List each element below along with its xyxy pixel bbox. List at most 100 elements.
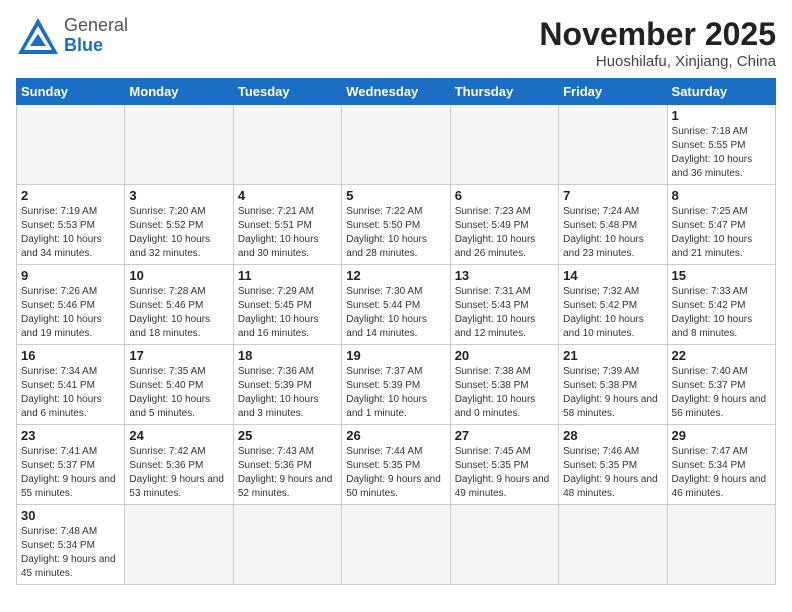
calendar-cell: 30 Sunrise: 7:48 AM Sunset: 5:34 PM Dayli… (17, 505, 125, 585)
logo: General Blue (16, 16, 128, 56)
calendar-cell: 27 Sunrise: 7:45 AM Sunset: 5:35 PM Dayli… (450, 425, 558, 505)
title-block: November 2025 Huoshilafu, Xinjiang, Chin… (539, 16, 776, 70)
day-info: Sunrise: 7:38 AM Sunset: 5:38 PM Dayligh… (455, 365, 554, 421)
day-info: Sunrise: 7:30 AM Sunset: 5:44 PM Dayligh… (346, 285, 445, 341)
day-info: Sunrise: 7:46 AM Sunset: 5:35 PM Dayligh… (563, 445, 662, 501)
calendar-cell (233, 505, 341, 585)
calendar-cell (17, 105, 125, 185)
calendar-cell: 19 Sunrise: 7:37 AM Sunset: 5:39 PM Dayli… (342, 345, 450, 425)
calendar-cell: 9Sunrise: 7:26 AM Sunset: 5:46 PM Daylig… (17, 265, 125, 345)
calendar-cell: 15Sunrise: 7:33 AM Sunset: 5:42 PM Dayli… (667, 265, 775, 345)
week-row-5: 30 Sunrise: 7:48 AM Sunset: 5:34 PM Dayli… (17, 505, 776, 585)
day-info: Sunrise: 7:43 AM Sunset: 5:36 PM Dayligh… (238, 445, 337, 501)
day-info: Sunrise: 7:36 AM Sunset: 5:39 PM Dayligh… (238, 365, 337, 421)
day-info: Sunrise: 7:22 AM Sunset: 5:50 PM Dayligh… (346, 205, 445, 261)
calendar-cell: 11Sunrise: 7:29 AM Sunset: 5:45 PM Dayli… (233, 265, 341, 345)
day-number: 27 (455, 428, 554, 443)
day-info: Sunrise: 7:47 AM Sunset: 5:34 PM Dayligh… (672, 445, 771, 501)
day-number: 15 (672, 268, 771, 283)
calendar-cell: 6 Sunrise: 7:23 AM Sunset: 5:49 PM Daylig… (450, 185, 558, 265)
day-number: 19 (346, 348, 445, 363)
day-number: 26 (346, 428, 445, 443)
weekday-header-thursday: Thursday (450, 79, 558, 105)
day-number: 23 (21, 428, 120, 443)
calendar-cell: 22Sunrise: 7:40 AM Sunset: 5:37 PM Dayli… (667, 345, 775, 425)
day-info: Sunrise: 7:42 AM Sunset: 5:36 PM Dayligh… (129, 445, 228, 501)
location: Huoshilafu, Xinjiang, China (539, 53, 776, 70)
day-number: 29 (672, 428, 771, 443)
day-info: Sunrise: 7:34 AM Sunset: 5:41 PM Dayligh… (21, 365, 120, 421)
calendar-cell: 23 Sunrise: 7:41 AM Sunset: 5:37 PM Dayli… (17, 425, 125, 505)
calendar-cell: 4 Sunrise: 7:21 AM Sunset: 5:51 PM Daylig… (233, 185, 341, 265)
day-info: Sunrise: 7:35 AM Sunset: 5:40 PM Dayligh… (129, 365, 228, 421)
day-info: Sunrise: 7:19 AM Sunset: 5:53 PM Dayligh… (21, 205, 120, 261)
day-number: 13 (455, 268, 554, 283)
day-number: 12 (346, 268, 445, 283)
calendar-cell: 3Sunrise: 7:20 AM Sunset: 5:52 PM Daylig… (125, 185, 233, 265)
weekday-header-sunday: Sunday (17, 79, 125, 105)
calendar-cell (450, 505, 558, 585)
day-number: 24 (129, 428, 228, 443)
day-number: 1 (672, 108, 771, 123)
logo-general: General (64, 15, 128, 35)
calendar-cell: 28Sunrise: 7:46 AM Sunset: 5:35 PM Dayli… (559, 425, 667, 505)
calendar-cell: 18 Sunrise: 7:36 AM Sunset: 5:39 PM Dayli… (233, 345, 341, 425)
day-number: 7 (563, 188, 662, 203)
day-info: Sunrise: 7:39 AM Sunset: 5:38 PM Dayligh… (563, 365, 662, 421)
day-number: 10 (129, 268, 228, 283)
day-number: 14 (563, 268, 662, 283)
header: General Blue November 2025 Huoshilafu, X… (16, 16, 776, 70)
day-number: 30 (21, 508, 120, 523)
day-info: Sunrise: 7:24 AM Sunset: 5:48 PM Dayligh… (563, 205, 662, 261)
week-row-2: 9Sunrise: 7:26 AM Sunset: 5:46 PM Daylig… (17, 265, 776, 345)
logo-text: General Blue (64, 16, 128, 56)
day-number: 25 (238, 428, 337, 443)
calendar-cell: 26 Sunrise: 7:44 AM Sunset: 5:35 PM Dayli… (342, 425, 450, 505)
day-number: 4 (238, 188, 337, 203)
day-number: 9 (21, 268, 120, 283)
day-number: 21 (563, 348, 662, 363)
calendar-cell: 13 Sunrise: 7:31 AM Sunset: 5:43 PM Dayli… (450, 265, 558, 345)
day-info: Sunrise: 7:31 AM Sunset: 5:43 PM Dayligh… (455, 285, 554, 341)
day-info: Sunrise: 7:28 AM Sunset: 5:46 PM Dayligh… (129, 285, 228, 341)
weekday-header-saturday: Saturday (667, 79, 775, 105)
calendar-cell: 24 Sunrise: 7:42 AM Sunset: 5:36 PM Dayli… (125, 425, 233, 505)
day-info: Sunrise: 7:25 AM Sunset: 5:47 PM Dayligh… (672, 205, 771, 261)
day-number: 2 (21, 188, 120, 203)
day-number: 17 (129, 348, 228, 363)
calendar-cell (125, 505, 233, 585)
weekday-header-wednesday: Wednesday (342, 79, 450, 105)
day-info: Sunrise: 7:37 AM Sunset: 5:39 PM Dayligh… (346, 365, 445, 421)
day-info: Sunrise: 7:44 AM Sunset: 5:35 PM Dayligh… (346, 445, 445, 501)
calendar-cell: 29 Sunrise: 7:47 AM Sunset: 5:34 PM Dayli… (667, 425, 775, 505)
calendar-cell (342, 105, 450, 185)
calendar-cell: 7 Sunrise: 7:24 AM Sunset: 5:48 PM Daylig… (559, 185, 667, 265)
day-number: 6 (455, 188, 554, 203)
day-info: Sunrise: 7:45 AM Sunset: 5:35 PM Dayligh… (455, 445, 554, 501)
week-row-3: 16Sunrise: 7:34 AM Sunset: 5:41 PM Dayli… (17, 345, 776, 425)
day-info: Sunrise: 7:20 AM Sunset: 5:52 PM Dayligh… (129, 205, 228, 261)
day-number: 5 (346, 188, 445, 203)
weekday-header-tuesday: Tuesday (233, 79, 341, 105)
week-row-4: 23 Sunrise: 7:41 AM Sunset: 5:37 PM Dayli… (17, 425, 776, 505)
day-number: 11 (238, 268, 337, 283)
day-info: Sunrise: 7:21 AM Sunset: 5:51 PM Dayligh… (238, 205, 337, 261)
day-info: Sunrise: 7:40 AM Sunset: 5:37 PM Dayligh… (672, 365, 771, 421)
month-title: November 2025 (539, 16, 776, 53)
day-info: Sunrise: 7:23 AM Sunset: 5:49 PM Dayligh… (455, 205, 554, 261)
calendar-cell (667, 505, 775, 585)
day-number: 8 (672, 188, 771, 203)
day-number: 18 (238, 348, 337, 363)
calendar-cell (559, 505, 667, 585)
calendar: SundayMondayTuesdayWednesdayThursdayFrid… (16, 78, 776, 585)
day-info: Sunrise: 7:48 AM Sunset: 5:34 PM Dayligh… (21, 525, 120, 581)
calendar-cell: 20Sunrise: 7:38 AM Sunset: 5:38 PM Dayli… (450, 345, 558, 425)
calendar-cell (559, 105, 667, 185)
weekday-header-friday: Friday (559, 79, 667, 105)
calendar-cell (450, 105, 558, 185)
calendar-cell: 16Sunrise: 7:34 AM Sunset: 5:41 PM Dayli… (17, 345, 125, 425)
page: General Blue November 2025 Huoshilafu, X… (0, 0, 792, 593)
day-info: Sunrise: 7:41 AM Sunset: 5:37 PM Dayligh… (21, 445, 120, 501)
calendar-cell: 21 Sunrise: 7:39 AM Sunset: 5:38 PM Dayli… (559, 345, 667, 425)
week-row-1: 2 Sunrise: 7:19 AM Sunset: 5:53 PM Daylig… (17, 185, 776, 265)
